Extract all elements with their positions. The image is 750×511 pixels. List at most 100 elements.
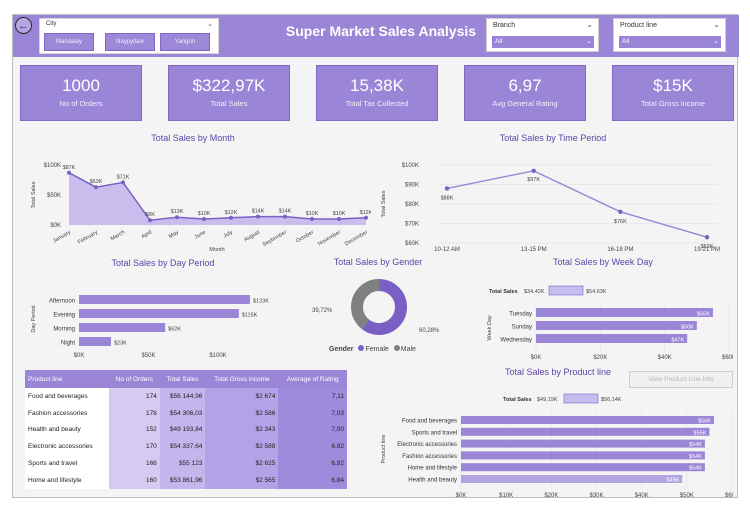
- chart-title-sales-by-time-period: Total Sales by Time Period: [499, 133, 607, 143]
- chevron-down-icon[interactable]: ⌄: [713, 20, 720, 29]
- data-label: $8K: [145, 212, 155, 218]
- bar: [461, 463, 705, 472]
- kpi-value: 6,97: [508, 76, 542, 95]
- table-cell: Health and beauty: [25, 421, 109, 439]
- legend-male: Male: [400, 346, 416, 353]
- range-slider: [548, 285, 584, 296]
- table-cell: 7,11: [278, 388, 347, 405]
- table-row[interactable]: Health and beauty 152 $49 193,84 $2 343 7,00: [25, 421, 347, 439]
- product-line-dropdown[interactable]: Product line ⌄ All ⌄: [613, 18, 726, 52]
- back-arrow-icon[interactable]: ←: [15, 17, 32, 34]
- y-tick-label: $80K: [405, 202, 419, 208]
- kpi-card-rating: 6,97 Avg General Rating: [464, 65, 586, 121]
- data-label: $54K: [689, 466, 702, 472]
- kpi-value: $15K: [653, 76, 693, 95]
- product-line-table: Product line No of Orders Total Sales To…: [25, 370, 347, 489]
- chevron-down-icon: ⌄: [586, 38, 592, 45]
- chart-title-sales-by-gender: Total Sales by Gender: [333, 257, 423, 267]
- data-label: $13K: [171, 209, 184, 215]
- table-row[interactable]: Electronic accessories 170 $54 337,64 $2 58…: [25, 438, 347, 456]
- table-cell: 170: [108, 438, 160, 456]
- data-label: $10K: [333, 211, 346, 217]
- x-tick-label: $40K: [658, 355, 672, 361]
- kpi-value: 1000: [62, 76, 100, 95]
- col-total-gross-income[interactable]: Total Gross income: [205, 370, 279, 388]
- category-label: Night: [61, 341, 75, 347]
- data-point: [229, 215, 233, 220]
- data-label: $50K: [681, 325, 694, 331]
- data-label: $71K: [117, 174, 130, 180]
- table-cell: 6,92: [278, 455, 347, 472]
- bar: [79, 337, 111, 346]
- data-label: $14K: [279, 209, 292, 215]
- kpi-label: Avg General Rating: [492, 99, 558, 108]
- col-average-rating[interactable]: Average of Rating: [278, 370, 347, 388]
- data-point: [148, 218, 152, 223]
- data-point: [67, 170, 71, 175]
- slider-max: $56,14K: [601, 397, 622, 403]
- col-total-sales[interactable]: Total Sales: [159, 370, 206, 388]
- col-product-line[interactable]: Product line: [25, 370, 109, 388]
- y-tick-label: $100K: [44, 163, 61, 169]
- table-cell: $54 337,64: [159, 438, 206, 456]
- chevron-down-icon[interactable]: ⌄: [207, 20, 213, 28]
- bar: [536, 334, 688, 343]
- table-row[interactable]: Home and lifestyle 160 $53 861,96 $2 565 6,8…: [25, 471, 347, 489]
- sales-by-gender-chart: 60,28% 39,72%: [312, 279, 440, 335]
- city-option-mandalay[interactable]: Mandalay: [44, 33, 94, 51]
- kpi-label: Total Tax Collected: [345, 99, 409, 108]
- data-label: $88K: [441, 195, 454, 201]
- table-cell: $54 306,03: [159, 404, 206, 422]
- view-product-line-info-button[interactable]: View Product Line Info: [629, 371, 733, 388]
- table-cell: $2 586: [205, 404, 279, 422]
- x-tick-label: $40K: [635, 493, 649, 497]
- category-label: Wednesday: [500, 338, 532, 344]
- col-no-of-orders[interactable]: No of Orders: [108, 370, 160, 388]
- x-tick-label: $10K: [499, 493, 513, 497]
- data-label: $12K: [360, 210, 371, 216]
- bar: [461, 427, 710, 436]
- city-option-naypyitaw[interactable]: Naypyitaw: [105, 33, 155, 51]
- table-cell: $2 588: [205, 438, 279, 456]
- kpi-value: 15,38K: [350, 76, 404, 95]
- table-row[interactable]: Food and beverages 174 $56 144,96 $2 674 7,1…: [25, 388, 347, 405]
- bar: [461, 416, 714, 424]
- category-label: Electronic accessories: [397, 442, 457, 448]
- table-cell: 166: [108, 455, 160, 472]
- chart-title-sales-by-day-period: Total Sales by Day Period: [111, 258, 215, 268]
- branch-dropdown-value[interactable]: All ⌄: [492, 36, 594, 48]
- data-point: [337, 217, 341, 221]
- data-label: $56K: [698, 419, 711, 425]
- bar: [461, 475, 683, 483]
- y-tick-label: $0K: [50, 223, 61, 229]
- slider-label: Total Sales: [489, 289, 518, 295]
- data-label: $55K: [694, 430, 707, 436]
- branch-dropdown[interactable]: Branch ⌄ All ⌄: [486, 18, 599, 52]
- table-cell: Electronic accessories: [25, 438, 109, 456]
- x-tick-label: July: [223, 229, 235, 239]
- branch-selected-value: All: [495, 38, 503, 45]
- data-point: [704, 234, 710, 240]
- product-line-dropdown-value[interactable]: All ⌄: [619, 36, 721, 48]
- category-label: Afternoon: [49, 299, 75, 305]
- data-label: $87K: [63, 165, 76, 171]
- x-tick-label: May: [168, 229, 180, 240]
- category-label: Home and lifestyle: [408, 466, 458, 472]
- data-label: $76K: [614, 219, 627, 225]
- table-row[interactable]: Sports and travel 166 $55 123 $2 625 6,92: [25, 455, 347, 472]
- chevron-down-icon[interactable]: ⌄: [586, 20, 593, 29]
- chart-title-sales-by-month: Total Sales by Month: [151, 133, 235, 143]
- slider-max: $54,63K: [586, 289, 607, 295]
- x-tick-label: March: [110, 230, 126, 243]
- slider-min: $34,42K: [524, 289, 545, 295]
- kpi-card-orders: 1000 No of Orders: [20, 65, 142, 121]
- city-option-yangon[interactable]: Yangon: [160, 33, 210, 51]
- x-tick-label: $50K: [680, 493, 694, 497]
- table-row[interactable]: Fashion accessories 178 $54 306,03 $2 586 7,…: [25, 404, 347, 422]
- dashboard-frame: ← City ⌄ Mandalay Naypyitaw Yangon Super…: [12, 14, 739, 498]
- data-label: 60,28%: [419, 328, 440, 334]
- data-point: [283, 214, 287, 219]
- range-slider: [563, 393, 599, 404]
- x-tick-label: $0K: [74, 353, 85, 359]
- x-tick-label: $20K: [593, 355, 607, 361]
